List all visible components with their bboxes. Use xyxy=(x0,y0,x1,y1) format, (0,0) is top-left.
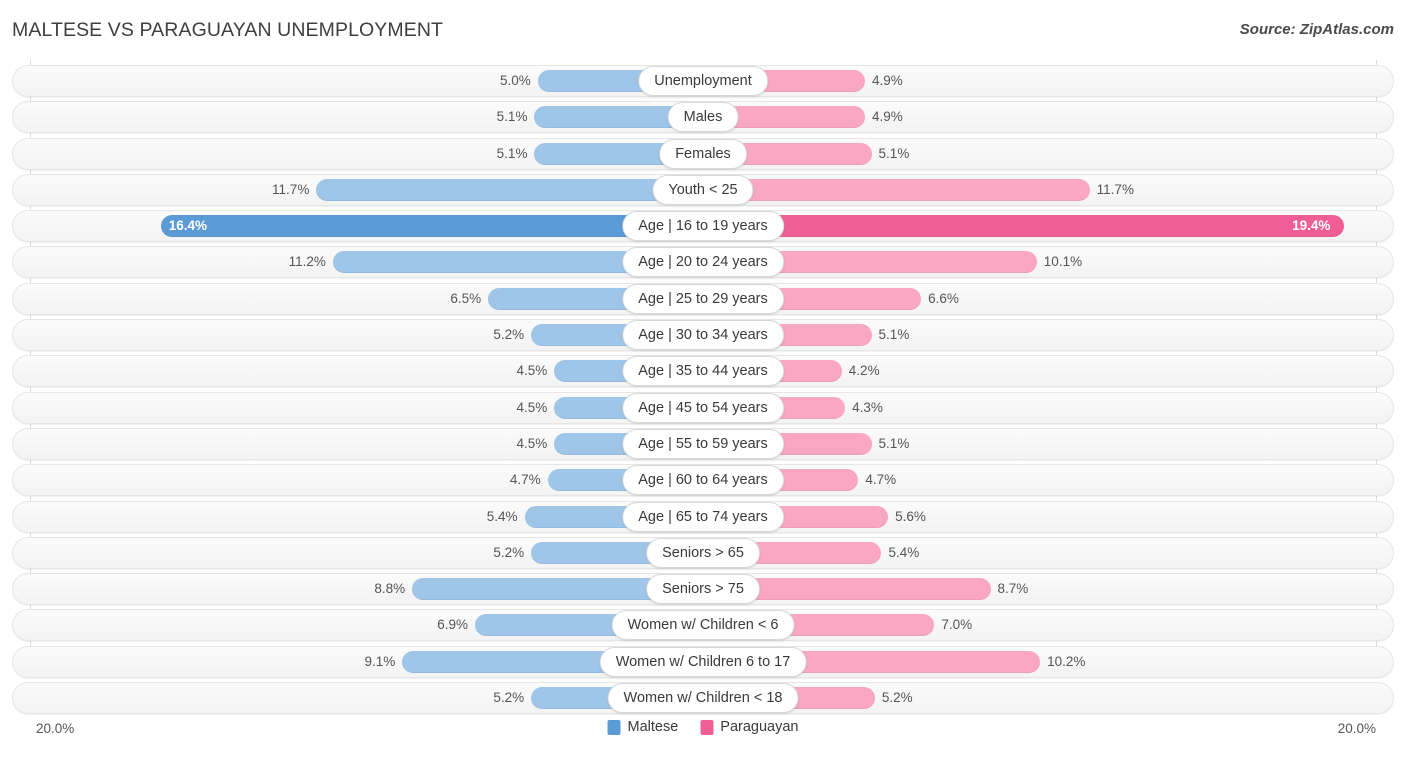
value-label-paraguayan: 4.3% xyxy=(852,399,883,415)
value-label-paraguayan: 5.1% xyxy=(878,145,910,161)
value-label-maltese: 5.1% xyxy=(496,145,528,161)
page-title: MALTESE VS PARAGUAYAN UNEMPLOYMENT xyxy=(12,19,444,41)
category-label-pill: Youth < 25 xyxy=(652,174,754,205)
category-label-pill: Age | 35 to 44 years xyxy=(622,356,784,387)
value-label-maltese: 11.2% xyxy=(288,254,326,270)
category-label-pill: Women w/ Children < 6 xyxy=(611,610,795,641)
value-label-maltese: 9.1% xyxy=(364,653,396,669)
value-label-maltese: 4.5% xyxy=(516,435,548,451)
value-label-paraguayan: 5.1% xyxy=(878,327,910,343)
chart-header: MALTESE VS PARAGUAYAN UNEMPLOYMENT Sourc… xyxy=(0,0,1406,60)
category-label-pill: Age | 55 to 59 years xyxy=(622,428,784,459)
value-label-maltese: 11.7% xyxy=(272,181,310,197)
legend-item[interactable]: Paraguayan xyxy=(700,719,798,735)
value-label-paraguayan: 8.7% xyxy=(997,581,1029,597)
value-label-maltese: 16.4% xyxy=(168,218,207,234)
chart-row: 5.2% 5.1% Age | 30 to 34 years xyxy=(12,318,1394,354)
value-label-maltese: 6.9% xyxy=(437,617,468,633)
value-label-paraguayan: 4.9% xyxy=(871,73,903,88)
value-label-paraguayan: 10.1% xyxy=(1043,254,1083,270)
category-label-pill: Age | 65 to 74 years xyxy=(622,501,784,532)
chart-row: 11.7% 11.7% Youth < 25 xyxy=(12,173,1394,209)
chart-row: 4.5% 4.2% Age | 35 to 44 years xyxy=(12,354,1394,390)
category-label-pill: Age | 20 to 24 years xyxy=(622,247,784,278)
category-label-pill: Age | 25 to 29 years xyxy=(622,283,784,314)
axis-max-left: 20.0% xyxy=(36,721,75,736)
category-label-pill: Women w/ Children 6 to 17 xyxy=(599,646,807,677)
legend-swatch-icon xyxy=(700,719,714,735)
bar-rows-container: 5.0% 4.9% Unemployment 5.1% 4.9% Males 5.1% 5.1… xyxy=(12,64,1394,717)
chart-row: 5.0% 4.9% Unemployment xyxy=(12,64,1394,100)
value-label-maltese: 6.5% xyxy=(450,290,482,306)
legend-label: Maltese xyxy=(627,719,679,735)
bar-maltese xyxy=(316,178,703,201)
chart-footer: 20.0% 20.0% Maltese Paraguayan xyxy=(0,713,1406,757)
value-label-paraguayan: 4.7% xyxy=(865,472,897,488)
category-label-pill: Women w/ Children < 18 xyxy=(607,683,799,714)
category-label-pill: Age | 45 to 54 years xyxy=(622,392,784,423)
chart-row: 9.1% 10.2% Women w/ Children 6 to 17 xyxy=(12,645,1394,681)
value-label-paraguayan: 5.1% xyxy=(878,435,910,451)
category-label-pill: Age | 60 to 64 years xyxy=(622,465,784,496)
chart-row: 5.1% 4.9% Males xyxy=(12,100,1394,136)
value-label-paraguayan: 7.0% xyxy=(941,617,973,633)
value-label-maltese: 5.2% xyxy=(493,327,525,343)
category-label-pill: Age | 30 to 34 years xyxy=(622,320,784,351)
value-label-paraguayan: 19.4% xyxy=(1292,218,1331,234)
axis-max-right: 20.0% xyxy=(1337,721,1376,736)
source-attribution: Source: ZipAtlas.com xyxy=(1239,21,1394,38)
chart-row: 4.7% 4.7% Age | 60 to 64 years xyxy=(12,463,1394,499)
bar-paraguayan xyxy=(703,178,1090,201)
chart-row: 4.5% 5.1% Age | 55 to 59 years xyxy=(12,427,1394,463)
value-label-maltese: 5.1% xyxy=(496,109,528,125)
chart-row: 4.5% 4.3% Age | 45 to 54 years xyxy=(12,391,1394,427)
value-label-maltese: 5.2% xyxy=(493,690,525,706)
value-label-maltese: 4.5% xyxy=(516,399,548,415)
category-label-pill: Seniors > 65 xyxy=(646,537,760,568)
value-label-maltese: 4.7% xyxy=(509,472,541,488)
value-label-maltese: 5.2% xyxy=(493,544,525,560)
value-label-maltese: 8.8% xyxy=(374,581,406,597)
value-label-maltese: 5.0% xyxy=(499,73,531,88)
legend-swatch-icon xyxy=(607,719,621,735)
value-label-paraguayan: 11.7% xyxy=(1096,181,1134,197)
chart-legend: Maltese Paraguayan xyxy=(607,719,798,735)
value-label-paraguayan: 5.4% xyxy=(888,544,920,560)
value-label-paraguayan: 4.9% xyxy=(871,109,903,125)
category-label-pill: Age | 16 to 19 years xyxy=(622,211,784,242)
chart-row: 5.2% 5.4% Seniors > 65 xyxy=(12,536,1394,572)
value-label-paraguayan: 4.2% xyxy=(848,363,880,379)
bar-paraguayan xyxy=(703,215,1345,238)
chart-row: 8.8% 8.7% Seniors > 75 xyxy=(12,572,1394,608)
chart-row: 5.4% 5.6% Age | 65 to 74 years xyxy=(12,500,1394,536)
legend-item[interactable]: Maltese xyxy=(607,719,679,735)
value-label-paraguayan: 10.2% xyxy=(1047,653,1086,669)
chart-row: 6.5% 6.6% Age | 25 to 29 years xyxy=(12,282,1394,318)
value-label-paraguayan: 6.6% xyxy=(928,290,959,306)
category-label-pill: Females xyxy=(659,138,747,169)
value-label-maltese: 4.5% xyxy=(516,363,548,379)
chart-row: 16.4% 19.4% Age | 16 to 19 years xyxy=(12,209,1394,245)
legend-label: Paraguayan xyxy=(720,719,799,735)
category-label-pill: Males xyxy=(667,102,739,133)
value-label-paraguayan: 5.2% xyxy=(881,690,913,706)
value-label-paraguayan: 5.6% xyxy=(895,508,926,524)
chart-row: 11.2% 10.1% Age | 20 to 24 years xyxy=(12,245,1394,281)
chart-row: 6.9% 7.0% Women w/ Children < 6 xyxy=(12,608,1394,644)
category-label-pill: Unemployment xyxy=(638,66,768,96)
chart-plot-area: 5.0% 4.9% Unemployment 5.1% 4.9% Males 5.1% 5.1… xyxy=(0,60,1406,717)
category-label-pill: Seniors > 75 xyxy=(646,574,760,605)
chart-row: 5.1% 5.1% Females xyxy=(12,137,1394,173)
value-label-maltese: 5.4% xyxy=(486,508,518,524)
chart-row: 5.2% 5.2% Women w/ Children < 18 xyxy=(12,681,1394,717)
